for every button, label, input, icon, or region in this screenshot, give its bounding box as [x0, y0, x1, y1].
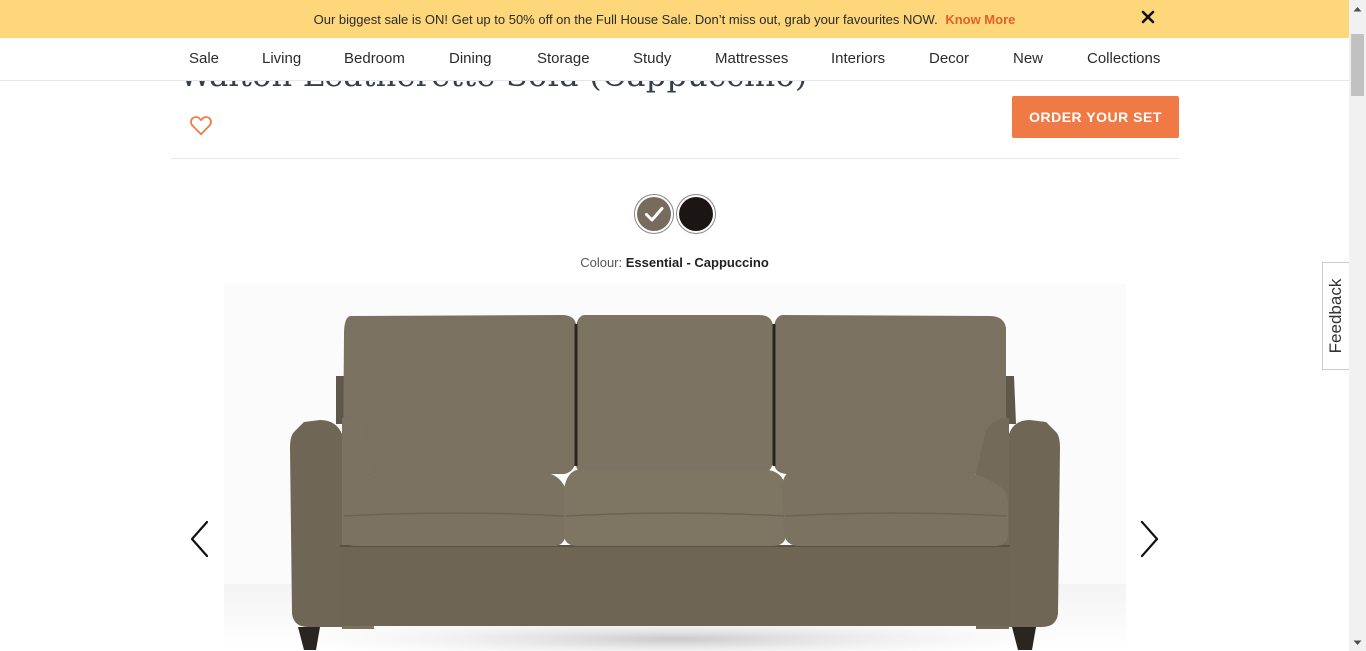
nav-item-mattresses[interactable]: Mattresses [715, 50, 788, 67]
nav-item-decor[interactable]: Decor [929, 50, 969, 67]
colour-prefix: Colour: [580, 255, 623, 270]
promo-bar: Our biggest sale is ON! Get up to 50% of… [0, 0, 1349, 38]
nav-item-interiors[interactable]: Interiors [831, 50, 885, 67]
promo-message: Our biggest sale is ON! Get up to 50% of… [314, 12, 1016, 27]
promo-text: Our biggest sale is ON! Get up to 50% of… [313, 11, 938, 27]
feedback-label: Feedback [1326, 278, 1345, 354]
nav-item-dining[interactable]: Dining [449, 50, 492, 67]
scroll-thumb[interactable] [1351, 34, 1364, 96]
scroll-up-icon[interactable] [1349, 0, 1366, 17]
page-scrollbar[interactable] [1349, 0, 1366, 651]
scroll-down-icon[interactable] [1349, 634, 1366, 651]
main-nav: Sale Living Bedroom Dining Storage Study… [0, 38, 1349, 81]
nav-item-sale[interactable]: Sale [189, 50, 219, 67]
previous-image-arrow-icon[interactable] [188, 520, 212, 558]
wishlist-heart-icon[interactable] [188, 112, 214, 138]
feedback-tab[interactable]: Feedback [1322, 262, 1349, 370]
sofa-illustration [224, 284, 1126, 651]
nav-item-living[interactable]: Living [262, 50, 301, 67]
order-your-set-button[interactable]: ORDER YOUR SET [1012, 96, 1179, 138]
nav-item-study[interactable]: Study [633, 50, 671, 67]
colour-value: Essential - Cappuccino [625, 255, 769, 270]
next-image-arrow-icon[interactable] [1137, 520, 1161, 558]
product-image [224, 284, 1126, 651]
swatch-cappuccino[interactable] [634, 194, 674, 234]
nav-item-bedroom[interactable]: Bedroom [344, 50, 405, 67]
swatch-cappuccino-fill [637, 197, 671, 231]
colour-label: Colour: Essential - Cappuccino [0, 255, 1349, 270]
swatch-black-fill [679, 197, 713, 231]
know-more-link[interactable]: Know More [945, 12, 1015, 27]
divider [171, 158, 1179, 159]
close-icon[interactable] [1140, 9, 1156, 27]
check-icon [645, 207, 664, 222]
nav-item-storage[interactable]: Storage [537, 50, 590, 67]
swatch-black[interactable] [676, 194, 716, 234]
nav-item-new[interactable]: New [1013, 50, 1043, 67]
nav-item-collections[interactable]: Collections [1087, 50, 1160, 67]
